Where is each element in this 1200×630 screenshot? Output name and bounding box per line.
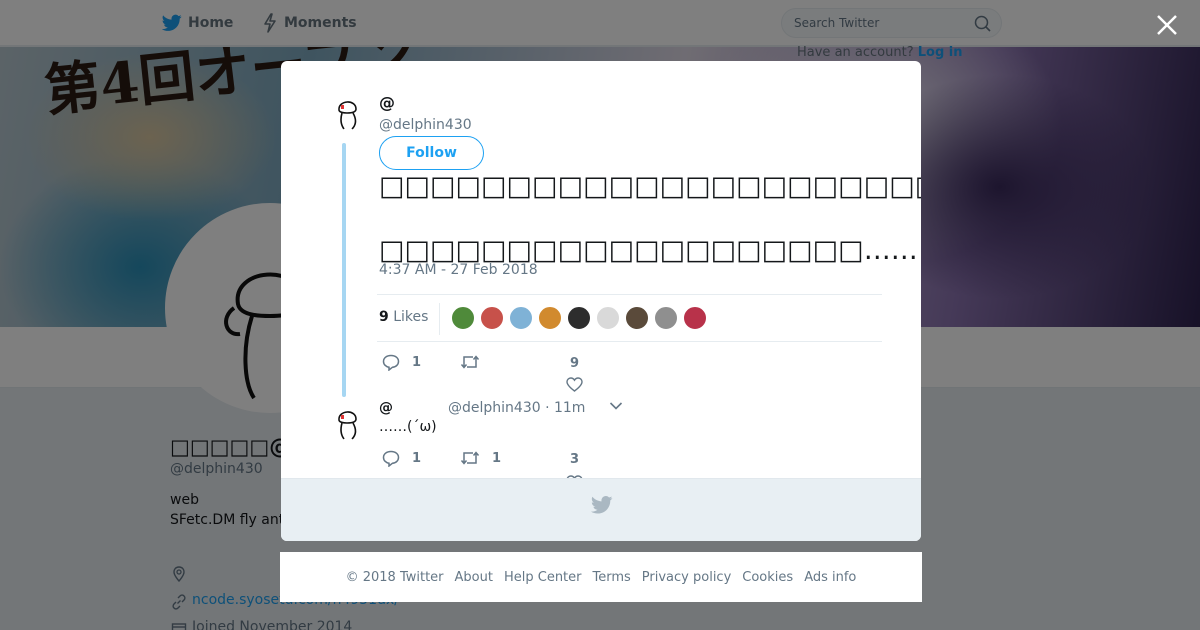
reply-author-handle[interactable]: @delphin430 · 11m [448,400,585,416]
twitter-bird-icon [591,496,613,514]
liker-avatar[interactable] [480,306,504,330]
likes-count: 9 [379,309,389,325]
liker-avatar[interactable] [596,306,620,330]
stats-divider [439,303,440,335]
liker-avatar[interactable] [538,306,562,330]
liker-avatar[interactable] [567,306,591,330]
reply-icon [382,450,400,467]
reply-retweet-action[interactable]: 1 [460,450,501,466]
footer-help-center[interactable]: Help Center [504,570,582,585]
reply-avatar[interactable] [330,404,366,440]
footer-links: © 2018 Twitter About Help Center Terms P… [280,552,922,602]
retweet-icon [460,355,480,369]
liker-avatar[interactable] [683,306,707,330]
liker-avatar[interactable] [509,306,533,330]
avatar-character-icon [338,101,357,130]
chevron-down-icon[interactable] [609,401,623,411]
tweet-modal: @ @delphin430 Follow □□□□□□□□□□□□□□□□□□□… [281,61,921,541]
reply-icon [382,354,400,371]
like-action[interactable]: 9 [566,356,583,392]
footer-ads-info[interactable]: Ads info [804,570,856,585]
reply-action[interactable]: 1 [382,354,421,371]
footer-cookies[interactable]: Cookies [742,570,793,585]
retweet-icon [460,451,480,465]
tweet-timestamp[interactable]: 4:37 AM - 27 Feb 2018 [379,262,538,278]
modal-footer [281,478,921,541]
footer-privacy[interactable]: Privacy policy [642,570,731,585]
tweet-stats: 9 Likes [377,294,882,342]
tweet-avatar[interactable] [330,94,366,130]
close-icon[interactable] [1154,12,1180,38]
reply-like-count: 3 [569,452,580,467]
heart-icon [566,377,583,392]
reply-retweet-count: 1 [492,450,502,466]
reply-reply-action[interactable]: 1 [382,450,421,467]
avatar-character-icon [338,411,357,440]
retweet-action[interactable] [460,354,492,370]
footer-about[interactable]: About [455,570,493,585]
tweet-author-name[interactable]: @ [379,93,395,112]
reply-reply-count: 1 [412,451,422,466]
liker-avatar[interactable] [625,306,649,330]
tweet-author-handle[interactable]: @delphin430 [379,117,472,133]
footer-copyright: © 2018 Twitter [345,569,444,585]
likes-label: Likes [393,309,429,325]
thread-line [342,143,346,397]
reply-author-name[interactable]: @ [379,400,393,416]
like-count: 9 [569,356,580,371]
reply-count: 1 [412,355,422,370]
likes-stat[interactable]: 9 Likes [379,309,428,325]
liker-avatar[interactable] [451,306,475,330]
footer-terms[interactable]: Terms [593,570,631,585]
liker-avatar[interactable] [654,306,678,330]
reply-text: ……(´ω) [379,419,437,435]
